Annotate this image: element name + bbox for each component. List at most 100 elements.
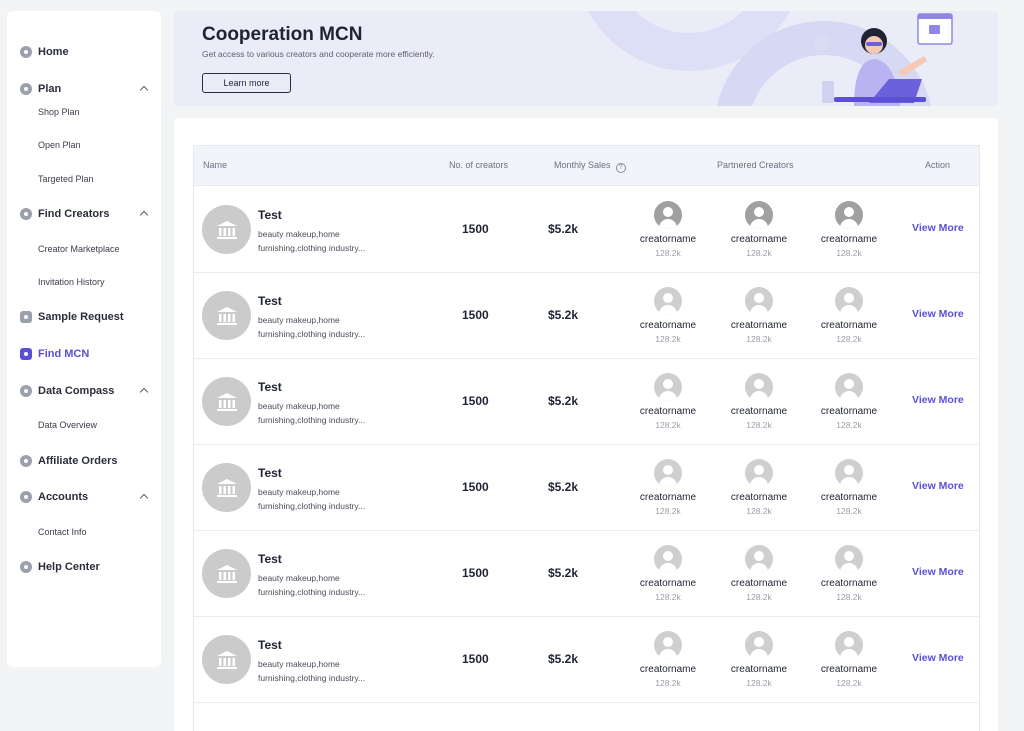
creator-followers: 128.2k	[746, 506, 772, 516]
view-more-link[interactable]: View More	[912, 652, 964, 664]
creator-followers: 128.2k	[746, 592, 772, 602]
sidebar-item-plan[interactable]: Plan	[7, 77, 161, 101]
sidebar-item-find-mcn[interactable]: Find MCN	[7, 342, 161, 366]
sidebar-item-accounts[interactable]: Accounts	[7, 485, 161, 509]
partnered-creator[interactable]: creatorname 128.2k	[813, 287, 885, 344]
sidebar-item-help-center[interactable]: Help Center	[7, 555, 161, 579]
find-creators-icon	[20, 208, 32, 220]
creator-name: creatorname	[730, 492, 788, 503]
partnered-creator[interactable]: creatorname 128.2k	[813, 545, 885, 602]
partnered-creator[interactable]: creatorname 128.2k	[632, 545, 704, 602]
user-avatar-icon	[835, 287, 863, 315]
partnered-creator[interactable]: creatorname 128.2k	[632, 459, 704, 516]
partnered-creator[interactable]: creatorname 128.2k	[813, 631, 885, 688]
plan-icon	[20, 83, 32, 95]
chevron-up-icon[interactable]	[139, 387, 149, 397]
sidebar-item-find-creators[interactable]: Find Creators	[7, 202, 161, 226]
view-more-link[interactable]: View More	[912, 394, 964, 406]
partnered-creator[interactable]: creatorname 128.2k	[723, 287, 795, 344]
sidebar-item-label: Sample Request	[38, 311, 124, 323]
partnered-creator[interactable]: creatorname 128.2k	[632, 287, 704, 344]
chevron-up-icon[interactable]	[139, 85, 149, 95]
creator-name: creatorname	[820, 320, 878, 331]
chevron-up-icon[interactable]	[139, 493, 149, 503]
sidebar-item-label: Affiliate Orders	[38, 455, 118, 467]
sidebar-subitem-targeted-plan[interactable]: Targeted Plan	[38, 172, 94, 186]
view-more-link[interactable]: View More	[912, 566, 964, 578]
user-avatar-icon	[835, 545, 863, 573]
creator-name: creatorname	[730, 578, 788, 589]
mcn-name: Test	[258, 552, 282, 566]
monthly-sales: $5.2k	[548, 222, 579, 236]
mcn-name: Test	[258, 466, 282, 480]
view-more-link[interactable]: View More	[912, 222, 964, 234]
creator-count: 1500	[462, 308, 489, 322]
bank-icon	[216, 306, 237, 325]
partnered-creator[interactable]: creatorname 128.2k	[723, 373, 795, 430]
partnered-creator[interactable]: creatorname 128.2k	[813, 459, 885, 516]
sidebar-subitem-shop-plan[interactable]: Shop Plan	[38, 105, 80, 119]
monthly-sales: $5.2k	[548, 308, 579, 322]
user-avatar-icon	[745, 373, 773, 401]
creator-name: creatorname	[820, 234, 878, 245]
creator-name: creatorname	[820, 406, 878, 417]
partnered-creator[interactable]: creatorname 128.2k	[813, 201, 885, 258]
sidebar-item-label: Accounts	[38, 491, 89, 503]
bank-icon	[216, 220, 237, 239]
column-header-name: Name	[203, 160, 228, 170]
sidebar-item-home[interactable]: Home	[7, 40, 161, 64]
creator-name: creatorname	[639, 234, 697, 245]
sidebar-item-affiliate-orders[interactable]: Affiliate Orders	[7, 449, 161, 473]
mcn-tags: beauty makeup,home furnishing,clothing i…	[258, 573, 366, 597]
table-row: Test beauty makeup,home furnishing,clothi…	[194, 273, 979, 359]
partnered-creator[interactable]: creatorname 128.2k	[632, 373, 704, 430]
user-avatar-icon	[745, 631, 773, 659]
banner: Cooperation MCN Get access to various cr…	[174, 11, 998, 106]
creator-count: 1500	[462, 566, 489, 580]
partnered-creator[interactable]: creatorname 128.2k	[723, 201, 795, 258]
view-more-link[interactable]: View More	[912, 308, 964, 320]
sidebar-subitem-creator-marketplace[interactable]: Creator Marketplace	[38, 242, 120, 256]
bank-icon	[216, 392, 237, 411]
creator-count: 1500	[462, 652, 489, 666]
partnered-creator[interactable]: creatorname 128.2k	[723, 631, 795, 688]
mcn-table: Name No. of creators Monthly Sales? Part…	[193, 145, 980, 731]
user-avatar-icon	[835, 631, 863, 659]
user-avatar-icon	[654, 459, 682, 487]
sample-request-icon	[20, 311, 32, 323]
sidebar-subitem-invitation-history[interactable]: Invitation History	[38, 275, 105, 289]
learn-more-button[interactable]: Learn more	[202, 73, 291, 93]
partnered-creator[interactable]: creatorname 128.2k	[723, 545, 795, 602]
creator-followers: 128.2k	[746, 334, 772, 344]
chevron-up-icon[interactable]	[139, 210, 149, 220]
creator-followers: 128.2k	[836, 506, 862, 516]
creator-followers: 128.2k	[746, 678, 772, 688]
partnered-creator[interactable]: creatorname 128.2k	[632, 201, 704, 258]
sidebar-item-sample-request[interactable]: Sample Request	[7, 305, 161, 329]
user-avatar-icon	[745, 545, 773, 573]
sidebar-subitem-contact-info[interactable]: Contact Info	[38, 525, 87, 539]
partnered-creator[interactable]: creatorname 128.2k	[632, 631, 704, 688]
info-icon[interactable]: ?	[615, 163, 626, 173]
view-more-link[interactable]: View More	[912, 480, 964, 492]
creator-followers: 128.2k	[836, 420, 862, 430]
sidebar-subitem-open-plan[interactable]: Open Plan	[38, 138, 81, 152]
mcn-avatar	[202, 377, 251, 426]
sidebar-subitem-data-overview[interactable]: Data Overview	[38, 418, 97, 432]
monthly-sales: $5.2k	[548, 394, 579, 408]
help-center-icon	[20, 561, 32, 573]
partnered-creator[interactable]: creatorname 128.2k	[723, 459, 795, 516]
creator-name: creatorname	[639, 492, 697, 503]
creator-count: 1500	[462, 480, 489, 494]
creator-followers: 128.2k	[655, 592, 681, 602]
user-avatar-icon	[835, 201, 863, 229]
monthly-sales: $5.2k	[548, 566, 579, 580]
partnered-creator[interactable]: creatorname 128.2k	[813, 373, 885, 430]
creator-followers: 128.2k	[746, 420, 772, 430]
sidebar-item-data-compass[interactable]: Data Compass	[7, 379, 161, 403]
creator-name: creatorname	[730, 320, 788, 331]
user-avatar-icon	[745, 459, 773, 487]
mcn-avatar	[202, 463, 251, 512]
user-avatar-icon	[654, 201, 682, 229]
bank-icon	[216, 478, 237, 497]
